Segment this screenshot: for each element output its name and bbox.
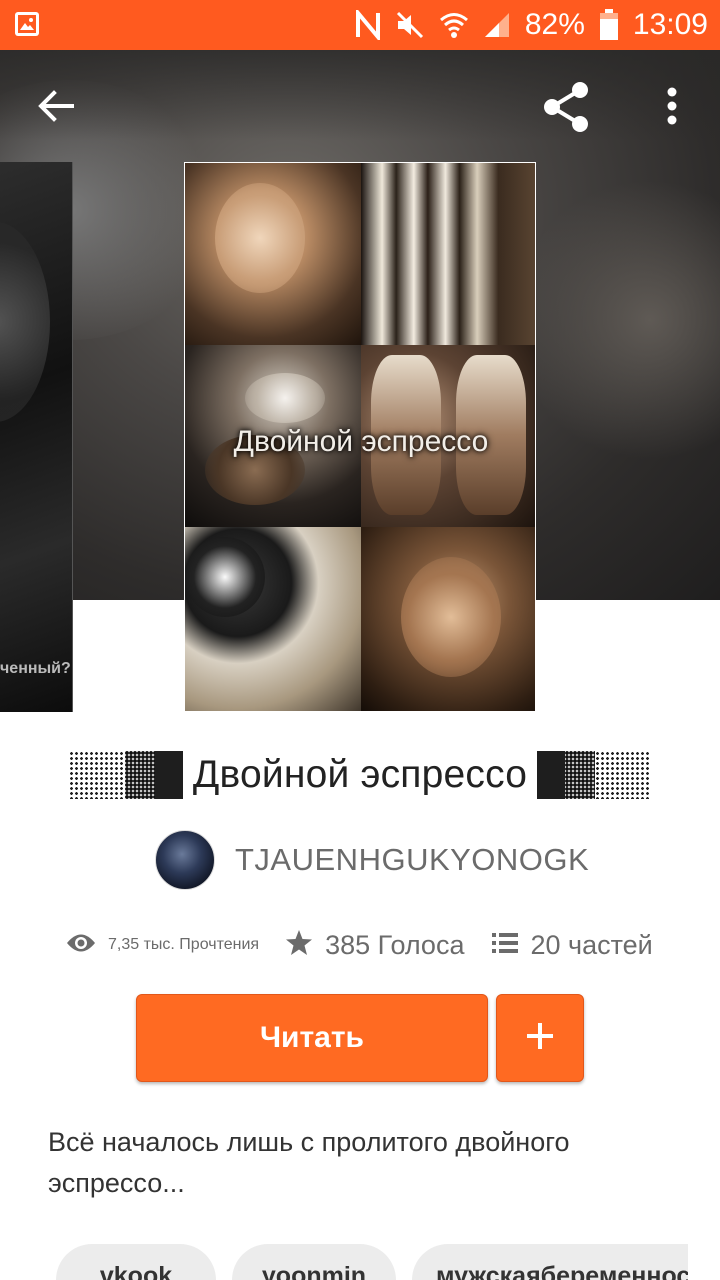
tag-chip[interactable]: vkook [56, 1244, 216, 1280]
add-to-library-button[interactable] [496, 994, 584, 1082]
previous-cover-caption: ченный? [0, 660, 71, 677]
reads-stat: 7,35 тыс. Прочтения [66, 932, 259, 959]
parts-count[interactable]: 20 частей [530, 930, 652, 961]
tag-chip[interactable]: мужскаябеременность [412, 1244, 688, 1280]
battery-icon [599, 9, 619, 41]
more-vert-icon[interactable] [654, 84, 690, 128]
back-arrow-icon[interactable] [34, 84, 78, 128]
mute-icon [395, 10, 425, 40]
clock: 13:09 [632, 8, 708, 41]
book-title: Двойной эспрессо [192, 753, 528, 796]
battery-percent: 82% [524, 8, 585, 41]
parts-stat[interactable]: 20 частей [492, 930, 653, 961]
book-title-row: Двойной эспрессо [0, 745, 720, 805]
book-stats: 7,35 тыс. Прочтения 385 Голоса 20 частей [66, 922, 653, 968]
star-icon [285, 929, 313, 962]
avatar[interactable] [155, 830, 215, 890]
title-decoration-left [68, 751, 183, 799]
status-bar: 82% 13:09 [0, 0, 720, 50]
tag-list: vkook yoonmin мужскаябеременность [56, 1244, 688, 1280]
nfc-icon [355, 10, 381, 40]
title-decoration-right [537, 751, 652, 799]
list-icon [492, 931, 519, 960]
read-button[interactable]: Читать [136, 994, 488, 1082]
eye-icon [66, 932, 96, 959]
author-link[interactable]: TJAUENHGUKYONOGK [155, 830, 589, 890]
reads-count: 7,35 тыс. Прочтения [108, 936, 260, 953]
share-icon[interactable] [540, 80, 594, 134]
book-description: Всё началось лишь с пролитого двойного э… [48, 1127, 570, 1198]
cover-title-text: Двойной эспрессо [233, 425, 489, 458]
votes-stat: 385 Голоса [285, 929, 464, 962]
plus-icon [525, 1021, 555, 1056]
votes-count: 385 Голоса [325, 929, 465, 960]
author-name[interactable]: TJAUENHGUKYONOGK [235, 842, 589, 878]
image-notification-icon [14, 11, 40, 37]
signal-icon [483, 11, 511, 39]
wifi-icon [439, 11, 469, 39]
tag-chip[interactable]: yoonmin [232, 1244, 396, 1280]
previous-cover[interactable]: ченный? [0, 162, 73, 712]
book-cover[interactable]: Двойной эспрессо [184, 162, 536, 712]
